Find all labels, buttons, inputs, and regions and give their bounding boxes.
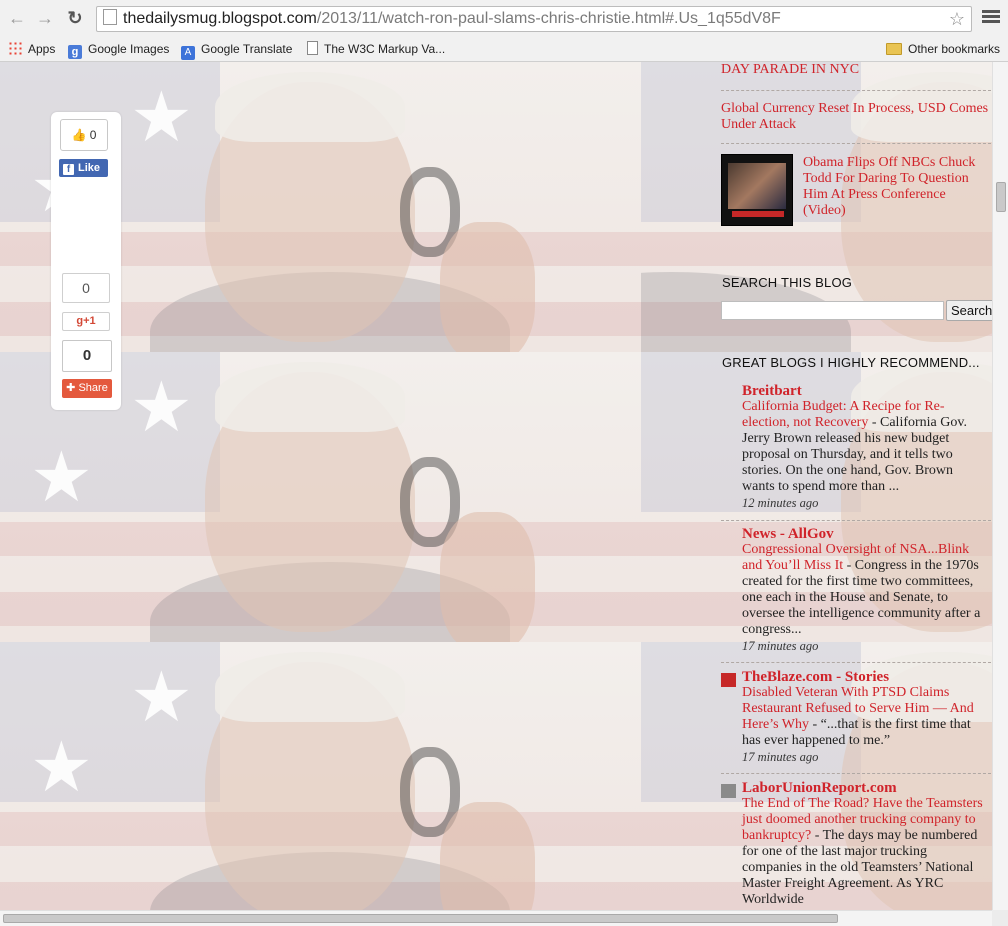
divider [721,90,991,91]
blog-name-link[interactable]: News - AllGov [742,525,834,543]
facebook-count-value: 0 [89,128,97,142]
blog-name-link[interactable]: TheBlaze.com - Stories [742,668,889,686]
blog-post-summary: Disabled Veteran With PTSD Claims Restau… [742,685,988,765]
bookmark-google-images[interactable]: g Google Images [68,40,170,59]
url-domain: thedailysmug.blogspot.com [123,10,317,27]
facebook-like-count: 👍 0 [60,119,108,151]
reload-icon[interactable]: ↻ [64,6,86,30]
share-widget: 👍 0 f Like 0 g+1 0 ✚ Share [51,112,121,410]
plus-icon: ✚ [66,382,76,394]
gplus-count: 0 [62,273,110,303]
thumbs-up-icon: 👍 [71,128,87,142]
search-heading: SEARCH THIS BLOG [722,275,853,290]
gplus-button[interactable]: g+1 [62,312,110,331]
divider [721,143,991,144]
search-button[interactable]: Search [946,300,992,321]
blogs-heading: GREAT BLOGS I HIGHLY RECOMMEND... [722,355,980,370]
divider [721,662,991,663]
post-thumbnail[interactable] [721,154,793,226]
translate-icon: A [181,46,195,60]
blog-name-link[interactable]: Breitbart [742,382,802,400]
url-path: /2013/11/watch-ron-paul-slams-chris-chri… [316,10,781,27]
bookmarks-bar: Apps g Google Images A Google Translate Th… [0,36,1008,62]
blog-search-input[interactable] [721,301,944,320]
google-icon: g [68,45,82,59]
sidebar-post-link[interactable]: Obama Flips Off NBCs Chuck Todd For Dari… [803,155,991,219]
page-content: ★ ★ ★ ★ ★ ★ 👍 0 fLike 0 g+1 0 ✚ Share [0,62,992,910]
address-bar[interactable]: thedailysmug.blogspot.com/2013/11/watch-… [96,6,972,32]
other-bookmarks-label: Other bookmarks [908,42,1001,56]
bookmark-label: Apps [28,42,56,56]
vertical-scroll-thumb[interactable] [996,182,1006,212]
other-bookmarks[interactable]: Other bookmarks [886,40,1000,58]
document-icon [307,41,318,55]
share-label: Share [78,382,108,394]
scrollbar-corner [992,910,1008,926]
bookmark-w3c-validator[interactable]: The W3C Markup Va... [307,40,445,58]
blog-post-summary: The End of The Road? Have the Teamsters … [742,796,988,908]
bookmark-label: The W3C Markup Va... [324,42,446,56]
blog-post-time: 17 minutes ago [742,639,819,653]
share-button[interactable]: ✚ Share [62,379,112,398]
horizontal-scrollbar[interactable] [0,910,992,926]
background-photo-tile: ★ ★ [0,642,641,910]
facebook-like-label: Like [78,162,101,174]
chrome-menu-icon[interactable] [982,8,1000,28]
theblaze-favicon [721,673,736,687]
blog-post-time: 17 minutes ago [742,750,819,764]
page-icon [103,9,117,25]
browser-toolbar: ← → ↻ thedailysmug.blogspot.com/2013/11/… [0,0,1008,36]
bookmark-google-translate[interactable]: A Google Translate [181,40,293,60]
bookmark-apps[interactable]: Apps [8,40,55,58]
gplus-label: +1 [83,315,96,327]
sidebar: DAY PARADE IN NYC Global Currency Reset … [721,62,992,910]
horizontal-scroll-thumb[interactable] [3,914,838,923]
blog-post-summary: Congressional Oversight of NSA...Blink a… [742,542,988,654]
blog-post-summary: California Budget: A Recipe for Re-elect… [742,399,988,511]
share-count: 0 [62,340,112,372]
folder-icon [886,43,902,55]
bookmark-label: Google Translate [201,42,293,56]
bookmark-star-icon[interactable]: ☆ [949,7,965,31]
forward-arrow-icon[interactable]: → [34,6,56,30]
sidebar-post-link[interactable]: DAY PARADE IN NYC [721,62,989,78]
blog-post-time: 12 minutes ago [742,496,819,510]
back-arrow-icon[interactable]: ← [6,6,28,30]
apps-grid-icon [8,41,22,55]
divider [721,773,991,774]
laborunion-favicon [721,784,736,798]
blog-name-link[interactable]: LaborUnionReport.com [742,779,897,797]
facebook-icon: f [63,164,74,175]
divider [721,520,991,521]
vertical-scrollbar[interactable] [992,62,1008,910]
sidebar-post-link[interactable]: Global Currency Reset In Process, USD Co… [721,101,989,133]
facebook-like-button[interactable]: f Like [59,159,108,177]
bookmark-label: Google Images [88,42,170,56]
